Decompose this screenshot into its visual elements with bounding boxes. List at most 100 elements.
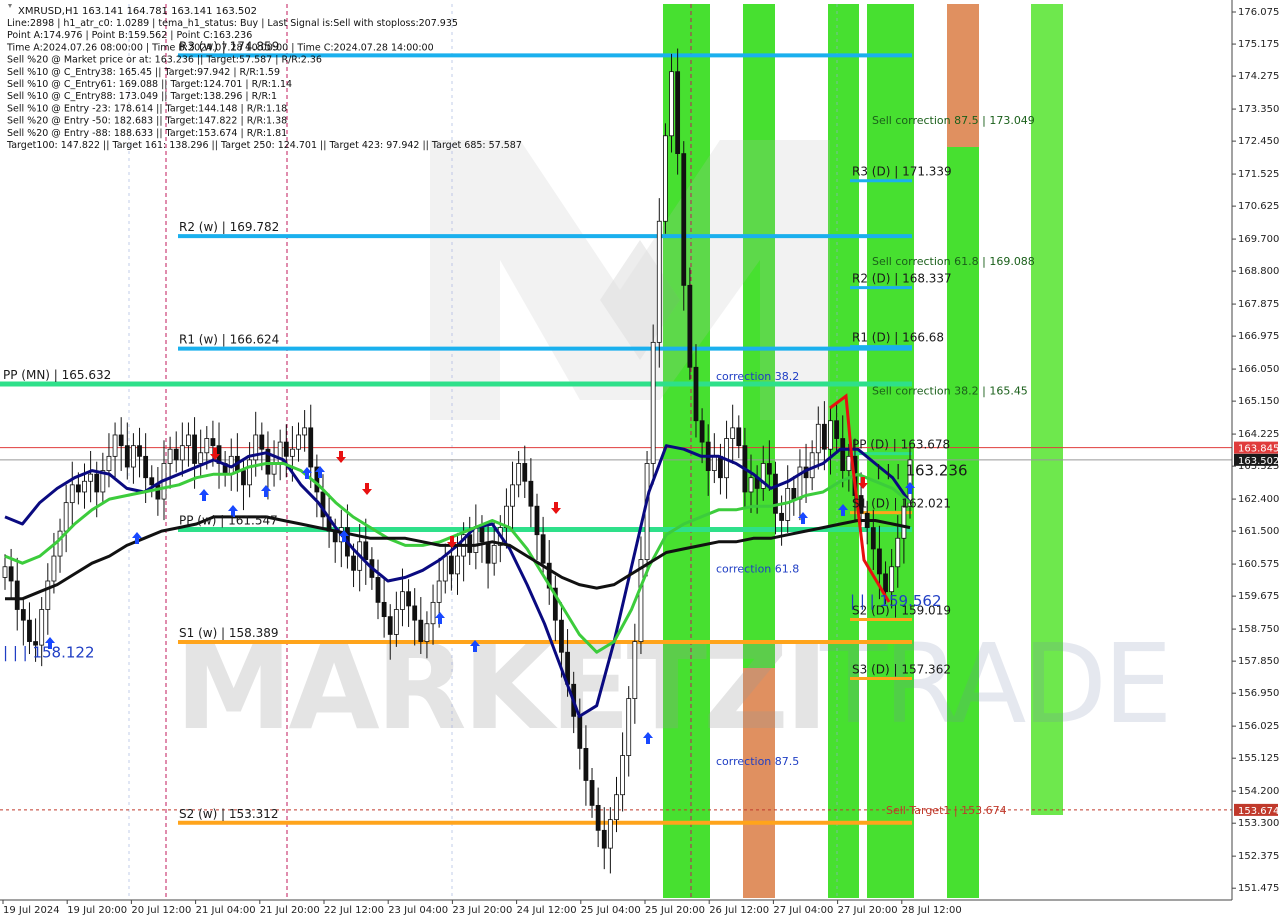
- x-tick-label: 28 Jul 12:00: [902, 905, 962, 916]
- candle-bear: [155, 484, 161, 500]
- candle-bear: [840, 438, 846, 471]
- candle-bear: [870, 527, 876, 550]
- candle-bull: [895, 537, 901, 568]
- candle-bear: [883, 573, 888, 593]
- candle-bear: [577, 715, 583, 749]
- candle-bear: [467, 534, 473, 553]
- y-tick-label: 157.850: [1238, 656, 1279, 667]
- candle-bear: [540, 534, 546, 564]
- y-tick-label: 175.175: [1238, 39, 1279, 50]
- candle-bear: [736, 427, 742, 447]
- y-tick-label: 170.625: [1238, 201, 1279, 212]
- candle-bull: [57, 530, 63, 557]
- candle-bull: [901, 505, 907, 539]
- y-tick-label: 159.675: [1238, 591, 1279, 602]
- candle-bull: [455, 555, 460, 575]
- daily-level-label: R1 (D) | 166.68: [852, 331, 944, 345]
- zone-cut: [1031, 815, 1063, 898]
- info-line: Sell %20 @ Entry -50: 182.683 || Target:…: [7, 116, 287, 127]
- candle-bull: [730, 427, 736, 439]
- y-tick-label: 168.800: [1238, 266, 1279, 277]
- info-line: Time A:2024.07.26 08:00:00 | Time B:2024…: [6, 42, 434, 53]
- candle-bear: [283, 441, 289, 457]
- candle-bear: [418, 619, 424, 642]
- sell-correction-label: Sell Target1 | 153.674: [886, 804, 1007, 817]
- candle-bull: [88, 473, 94, 482]
- weekly-level-label: PP (w) | 161.547: [179, 513, 278, 527]
- candle-bear: [675, 71, 681, 154]
- price-chart[interactable]: MARKETZI TRADE R3 (w) | 174.859R2 (w) | …: [0, 0, 1280, 920]
- candle-bear: [308, 427, 314, 468]
- candle-bull: [656, 220, 662, 343]
- candle-bear: [406, 591, 411, 607]
- candle-bear: [241, 470, 246, 486]
- candle-bear: [479, 527, 485, 543]
- info-line: Target100: 147.822 || Target 161: 138.29…: [6, 140, 522, 151]
- candle-bull: [393, 609, 399, 635]
- x-tick-label: 22 Jul 12:00: [324, 905, 384, 916]
- candle-bull: [112, 434, 118, 457]
- candle-bear: [877, 548, 882, 575]
- candle-bull: [63, 502, 69, 532]
- candle-bull: [815, 423, 821, 454]
- candle-bear: [693, 366, 699, 422]
- candle-bear: [8, 566, 14, 582]
- x-tick-label: 23 Jul 20:00: [452, 905, 512, 916]
- y-tick-label: 158.750: [1238, 624, 1279, 635]
- weekly-level-label: R2 (w) | 169.782: [179, 220, 279, 234]
- candle-bear: [528, 480, 534, 507]
- info-line: Point A:174.976 | Point B:159.562 | Poin…: [7, 30, 252, 41]
- daily-level-label: S1 (D) | 162.021: [852, 497, 951, 511]
- x-tick-label: 25 Jul 04:00: [581, 905, 641, 916]
- candle-bull: [828, 420, 833, 450]
- x-tick-label: 23 Jul 04:00: [388, 905, 448, 916]
- x-tick-label: 26 Jul 12:00: [709, 905, 769, 916]
- candle-bull: [638, 559, 644, 642]
- candle-bear: [834, 420, 840, 439]
- correction-label: correction 38.2: [716, 370, 799, 383]
- candle-bull: [650, 341, 656, 464]
- candle-bear: [94, 473, 100, 493]
- y-tick-label: 166.975: [1238, 331, 1279, 342]
- daily-level-label: PP (D) | 163.678: [852, 438, 950, 452]
- candle-bear: [779, 512, 784, 521]
- candle-bear: [583, 748, 589, 781]
- sell-correction-label: Sell correction 87.5 | 173.049: [872, 114, 1035, 127]
- candle-bull: [167, 448, 173, 464]
- candle-bear: [210, 438, 216, 447]
- weekly-level-label: S2 (w) | 153.312: [179, 807, 279, 821]
- candle-bear: [485, 541, 491, 564]
- candle-bear: [375, 577, 381, 603]
- candle-bear: [687, 284, 693, 368]
- sell-correction-label: Sell correction 38.2 | 165.45: [872, 384, 1028, 397]
- candle-bear: [75, 484, 81, 493]
- candle-bull: [711, 455, 717, 471]
- y-tick-label: 166.050: [1238, 364, 1279, 375]
- candle-bear: [118, 434, 124, 447]
- x-tick-label: 21 Jul 20:00: [260, 905, 320, 916]
- price-tag-label: 153.674: [1238, 806, 1279, 817]
- candle-bear: [259, 434, 265, 450]
- x-tick-label: 19 Jul 2024: [3, 905, 60, 916]
- weekly-level-label: S1 (w) | 158.389: [179, 626, 279, 640]
- candle-bear: [173, 448, 179, 461]
- y-tick-label: 172.450: [1238, 136, 1279, 147]
- candle-bull: [889, 566, 895, 593]
- candle-bear: [766, 463, 772, 475]
- candle-bull: [424, 623, 430, 642]
- info-line: Sell %10 @ C_Entry38: 165.45 || Target:9…: [7, 67, 280, 78]
- candle-bear: [595, 804, 601, 831]
- daily-level-label: S3 (D) | 157.362: [852, 663, 951, 677]
- candle-bear: [791, 487, 797, 500]
- candle-bull: [748, 477, 754, 493]
- candle-bear: [192, 434, 197, 464]
- x-tick-label: 27 Jul 04:00: [773, 905, 833, 916]
- y-tick-label: 164.225: [1238, 429, 1279, 440]
- y-tick-label: 152.375: [1238, 851, 1279, 862]
- info-line: Line:2898 | h1_atr_c0: 1.0289 | tema_h1_…: [7, 18, 458, 29]
- candle-bear: [143, 455, 149, 479]
- x-tick-label: 27 Jul 20:00: [838, 905, 898, 916]
- y-tick-label: 155.125: [1238, 753, 1279, 764]
- y-tick-label: 153.300: [1238, 818, 1279, 829]
- svg-text:TRADE: TRADE: [819, 620, 1169, 748]
